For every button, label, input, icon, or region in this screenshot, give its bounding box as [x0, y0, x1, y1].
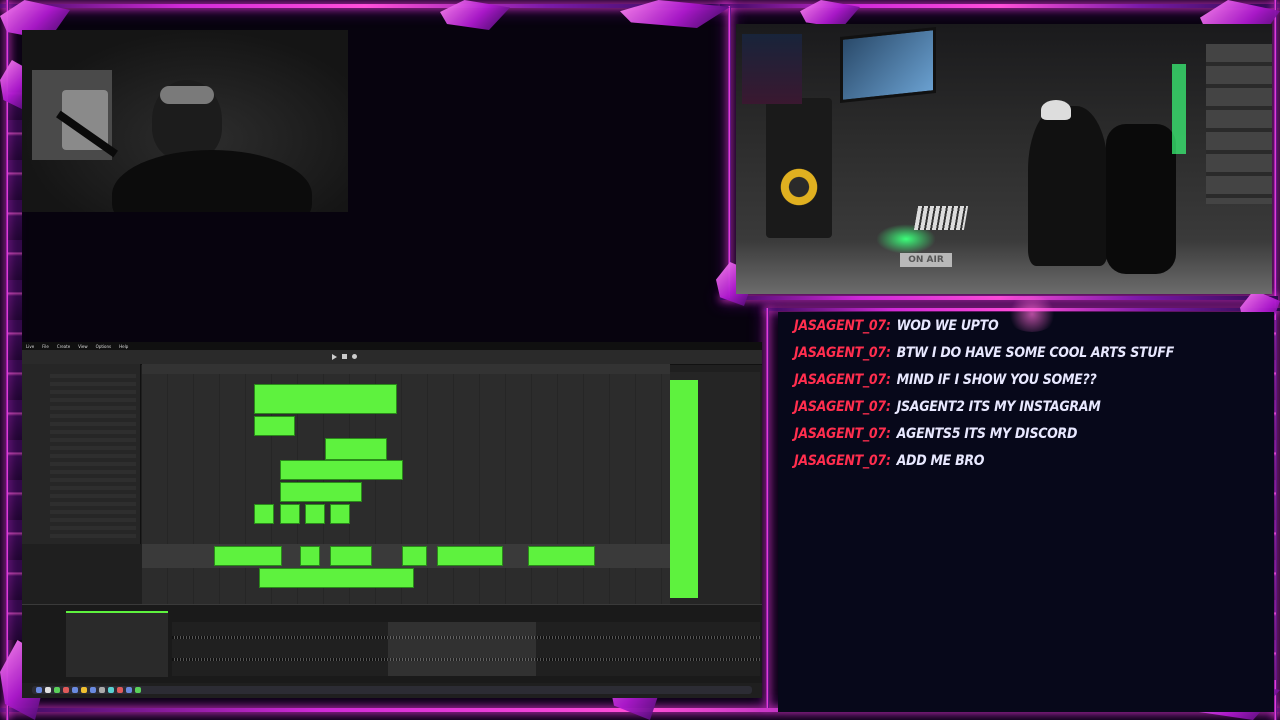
dock-app-icon[interactable]: [45, 687, 51, 693]
dock-app-icon[interactable]: [135, 687, 141, 693]
menu-options[interactable]: Options: [96, 344, 111, 349]
left-side-glow: [8, 80, 22, 640]
studio-cam-video: [736, 24, 1272, 294]
dock-app-icon[interactable]: [90, 687, 96, 693]
on-air-sign: ON AIR: [900, 253, 952, 267]
arrangement-ruler[interactable]: [142, 364, 670, 374]
chat-text: JSAGENT2 ITS MY INSTAGRAM: [896, 399, 1101, 415]
chat-text: MIND IF I SHOW YOU SOME??: [896, 372, 1097, 388]
studio-green-wall-light: [1172, 64, 1186, 154]
audio-clip[interactable]: [402, 546, 427, 566]
studio-cam-bottom-border: [720, 296, 1278, 300]
midi-clip[interactable]: [254, 504, 274, 524]
dock-app-icon[interactable]: [81, 687, 87, 693]
studio-chair: [1106, 124, 1176, 274]
audio-clip[interactable]: [437, 546, 503, 566]
browser-panel[interactable]: [22, 364, 141, 544]
audio-clip[interactable]: [528, 546, 595, 566]
facecam-headband: [160, 86, 214, 104]
device-chain[interactable]: [66, 611, 168, 677]
chat-username: JASAGENT_07:: [794, 372, 891, 388]
chat-text: WOD WE UPTO: [896, 318, 999, 334]
studio-right-wall: [1206, 44, 1272, 204]
menu-view[interactable]: View: [78, 344, 88, 349]
midi-clip[interactable]: [325, 438, 387, 460]
overlay-top-border-right: [720, 4, 1280, 8]
record-button[interactable]: [352, 354, 357, 359]
chat-message: JASAGENT_07: WOD WE UPTO: [794, 314, 999, 338]
dock-app-icon[interactable]: [72, 687, 78, 693]
audio-clip[interactable]: [300, 546, 320, 566]
macos-dock[interactable]: [32, 686, 752, 694]
menu-live[interactable]: Live: [26, 344, 34, 349]
overlay-top-border: [0, 4, 730, 8]
stop-button[interactable]: [342, 354, 347, 359]
dock-app-icon[interactable]: [99, 687, 105, 693]
dock-app-icon[interactable]: [36, 687, 42, 693]
midi-clip[interactable]: [254, 416, 295, 436]
dock-app-icon[interactable]: [126, 687, 132, 693]
chat-message: JASAGENT_07: AGENTS5 ITS MY DISCORD: [794, 422, 1077, 446]
studio-monitor-screen: [840, 26, 936, 104]
studio-palm-art: [742, 34, 802, 104]
studio-cam-left-border: [728, 6, 731, 298]
daw-window: Live File Create View Options Help: [22, 342, 762, 698]
chat-glow-orb: [1006, 296, 1058, 332]
midi-clip[interactable]: [280, 504, 300, 524]
dock-app-icon[interactable]: [63, 687, 69, 693]
chat-username: JASAGENT_07:: [794, 318, 891, 334]
waveform-loop-region[interactable]: [388, 622, 536, 676]
studio-speaker-cone: [776, 164, 822, 210]
audio-clip[interactable]: [330, 546, 372, 566]
dock-app-icon[interactable]: [108, 687, 114, 693]
chat-username: JASAGENT_07:: [794, 399, 891, 415]
chat-message: JASAGENT_07: BTW I DO HAVE SOME COOL ART…: [794, 341, 1174, 365]
menu-create[interactable]: Create: [57, 344, 70, 349]
chat-username: JASAGENT_07:: [794, 453, 891, 469]
master-track-meter: [670, 380, 698, 598]
sample-waveform[interactable]: [172, 622, 760, 676]
play-button[interactable]: [332, 354, 337, 360]
menu-help[interactable]: Help: [119, 344, 128, 349]
chat-message: JASAGENT_07: ADD ME BRO: [794, 449, 984, 473]
dock-app-icon[interactable]: [117, 687, 123, 693]
studio-launchpad: [913, 206, 969, 230]
dock-app-icon[interactable]: [54, 687, 60, 693]
chat-text: ADD ME BRO: [896, 453, 985, 469]
browser-file-list[interactable]: [50, 374, 136, 539]
chat-message: JASAGENT_07: MIND IF I SHOW YOU SOME??: [794, 368, 1097, 392]
midi-clip[interactable]: [305, 504, 325, 524]
midi-clip[interactable]: [330, 504, 350, 524]
studio-beanie: [1041, 100, 1071, 120]
chat-panel: JASAGENT_07: WOD WE UPTO JASAGENT_07: BT…: [778, 312, 1274, 712]
transport-bar[interactable]: [22, 350, 762, 365]
chat-text: BTW I DO HAVE SOME COOL ARTS STUFF: [896, 345, 1175, 361]
facecam-video: [22, 30, 348, 212]
facecam-person-body: [112, 150, 312, 212]
chat-username: JASAGENT_07:: [794, 345, 891, 361]
audio-clip[interactable]: [259, 568, 414, 588]
daw-menubar: Live File Create View Options Help: [22, 342, 762, 350]
chat-text: AGENTS5 ITS MY DISCORD: [896, 426, 1078, 442]
studio-person: [1028, 106, 1108, 266]
chat-username: JASAGENT_07:: [794, 426, 891, 442]
midi-clip[interactable]: [254, 384, 397, 414]
midi-clip[interactable]: [280, 482, 362, 502]
chat-left-border: [766, 308, 769, 708]
midi-clip[interactable]: [280, 460, 403, 480]
chat-message: JASAGENT_07: JSAGENT2 ITS MY INSTAGRAM: [794, 395, 1101, 419]
audio-clip[interactable]: [214, 546, 282, 566]
menu-file[interactable]: File: [42, 344, 49, 349]
